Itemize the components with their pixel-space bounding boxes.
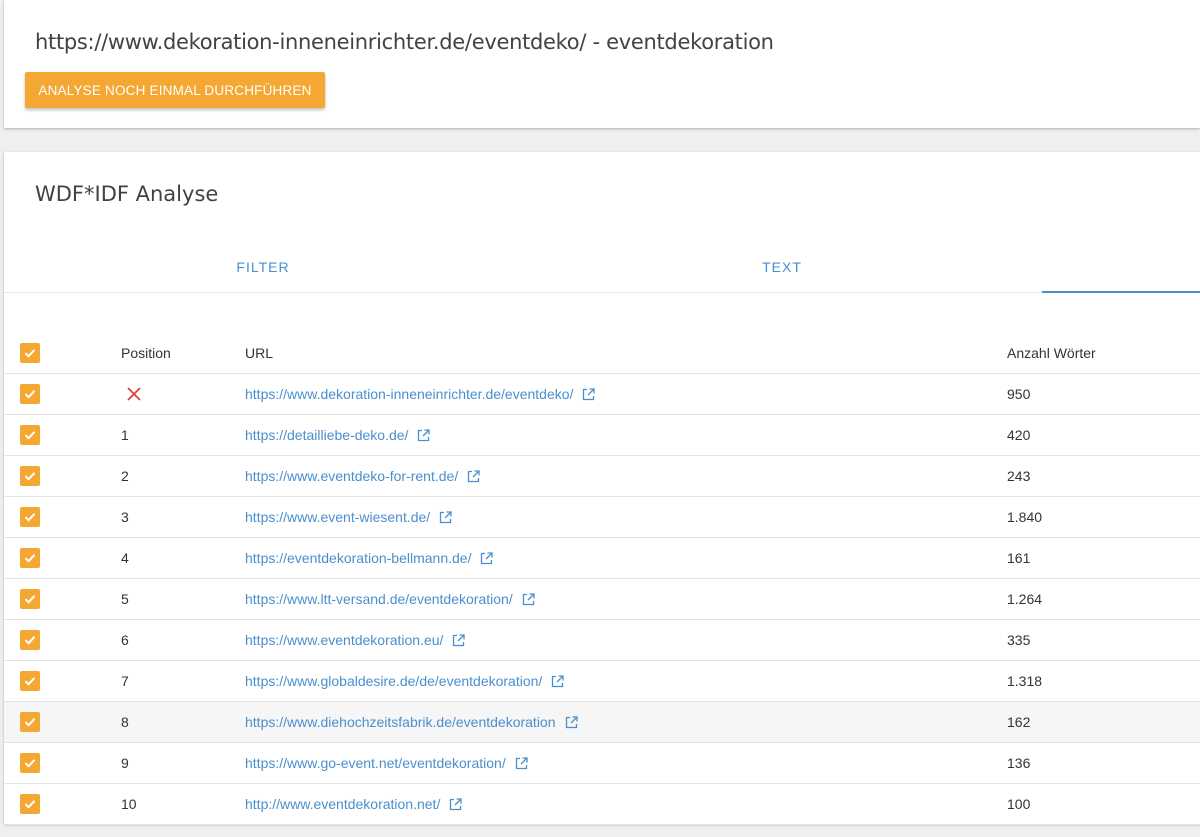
row-checkbox[interactable] — [20, 712, 40, 732]
word-count: 162 — [1007, 714, 1031, 730]
result-url-link[interactable]: https://www.event-wiesent.de/ — [245, 509, 430, 525]
table-row: 5 https://www.ltt-versand.de/eventdekorat… — [4, 579, 1200, 620]
column-header-word-count: Anzahl Wörter — [1007, 345, 1096, 361]
check-icon — [24, 554, 36, 563]
active-tab-indicator — [1042, 291, 1200, 293]
external-link-icon[interactable] — [551, 674, 564, 688]
page-title: https://www.dekoration-inneneinrichter.d… — [35, 30, 774, 54]
row-checkbox[interactable] — [20, 507, 40, 527]
table-row: 10 http://www.eventdekoration.net/100 — [4, 784, 1200, 825]
row-checkbox[interactable] — [20, 466, 40, 486]
check-icon — [24, 431, 36, 440]
row-checkbox[interactable] — [20, 753, 40, 773]
position-value: 9 — [121, 755, 129, 771]
check-icon — [24, 390, 36, 399]
check-icon — [24, 759, 36, 768]
external-link-icon[interactable] — [439, 510, 452, 524]
external-link-icon[interactable] — [452, 633, 466, 647]
external-link-icon[interactable] — [565, 715, 578, 729]
row-checkbox[interactable] — [20, 794, 40, 814]
word-count: 161 — [1007, 550, 1031, 566]
check-icon — [24, 349, 36, 358]
check-icon — [24, 800, 36, 809]
external-link-icon[interactable] — [449, 797, 462, 811]
result-url-link[interactable]: https://www.go-event.net/eventdekoration… — [245, 755, 506, 771]
external-link-icon[interactable] — [417, 428, 431, 442]
external-link-icon[interactable] — [582, 387, 596, 401]
row-checkbox[interactable] — [20, 548, 40, 568]
position-value: 8 — [121, 714, 129, 730]
result-url-link[interactable]: http://www.eventdekoration.net/ — [245, 796, 440, 812]
position-value: 5 — [121, 591, 129, 607]
row-checkbox[interactable] — [20, 589, 40, 609]
external-link-icon[interactable] — [480, 551, 494, 565]
position-value: 1 — [121, 427, 129, 443]
table-row: 4 https://eventdekoration-bellmann.de/161 — [4, 538, 1200, 579]
column-header-url: URL — [245, 345, 274, 361]
tab-filter[interactable]: FILTER — [4, 242, 522, 292]
result-url-link[interactable]: https://www.dekoration-inneneinrichter.d… — [245, 386, 573, 402]
external-link-icon[interactable] — [522, 592, 535, 606]
word-count: 136 — [1007, 755, 1031, 771]
check-icon — [24, 636, 36, 645]
check-icon — [24, 513, 36, 522]
row-checkbox[interactable] — [20, 630, 40, 650]
table-row: 6 https://www.eventdekoration.eu/335 — [4, 620, 1200, 661]
check-icon — [24, 595, 36, 604]
result-url-link[interactable]: https://www.eventdekoration.eu/ — [245, 632, 443, 648]
result-url-link[interactable]: https://www.globaldesire.de/de/eventdeko… — [245, 673, 542, 689]
position-value: 7 — [121, 673, 129, 689]
table-row: 1 https://detailliebe-deko.de/420 — [4, 415, 1200, 456]
position-value: 4 — [121, 550, 129, 566]
table-row: 2 https://www.eventdeko-for-rent.de/243 — [4, 456, 1200, 497]
row-checkbox[interactable] — [20, 384, 40, 404]
word-count: 243 — [1007, 468, 1031, 484]
word-count: 1.840 — [1007, 509, 1043, 525]
table-header-row: Position URL Anzahl Wörter — [4, 333, 1200, 374]
result-url-link[interactable]: https://www.diehochzeitsfabrik.de/eventd… — [245, 714, 556, 730]
word-count: 1.264 — [1007, 591, 1043, 607]
column-header-position: Position — [121, 345, 171, 361]
result-url-link[interactable]: https://detailliebe-deko.de/ — [245, 427, 408, 443]
external-link-icon[interactable] — [467, 469, 480, 483]
position-value: 10 — [121, 796, 137, 812]
result-url-link[interactable]: https://eventdekoration-bellmann.de/ — [245, 550, 471, 566]
select-all-checkbox[interactable] — [20, 343, 40, 363]
tab-active[interactable] — [1042, 242, 1200, 292]
analysis-header-card: https://www.dekoration-inneneinrichter.d… — [4, 0, 1200, 128]
word-count: 1.318 — [1007, 673, 1043, 689]
close-icon — [126, 386, 142, 402]
position-value: 2 — [121, 468, 129, 484]
section-title: WDF*IDF Analyse — [35, 182, 219, 206]
row-checkbox[interactable] — [20, 425, 40, 445]
check-icon — [24, 472, 36, 481]
competitor-table: Position URL Anzahl Wörter https://www.d… — [4, 333, 1200, 825]
position-value: 6 — [121, 632, 129, 648]
wdf-idf-card: WDF*IDF Analyse FILTER TEXT Position URL… — [4, 152, 1200, 825]
word-count: 420 — [1007, 427, 1031, 443]
check-icon — [24, 718, 36, 727]
external-link-icon[interactable] — [515, 756, 528, 770]
table-row: 8 https://www.diehochzeitsfabrik.de/event… — [4, 702, 1200, 743]
result-url-link[interactable]: https://www.ltt-versand.de/eventdekorati… — [245, 591, 513, 607]
position-value: 3 — [121, 509, 129, 525]
rerun-analysis-button[interactable]: ANALYSE NOCH EINMAL DURCHFÜHREN — [25, 72, 325, 108]
tab-bar: FILTER TEXT — [4, 242, 1200, 293]
table-row: 7 https://www.globaldesire.de/de/eventdek… — [4, 661, 1200, 702]
table-row: 3 https://www.event-wiesent.de/1.840 — [4, 497, 1200, 538]
word-count: 950 — [1007, 386, 1031, 402]
word-count: 100 — [1007, 796, 1031, 812]
result-url-link[interactable]: https://www.eventdeko-for-rent.de/ — [245, 468, 458, 484]
table-row: 9 https://www.go-event.net/eventdekoratio… — [4, 743, 1200, 784]
check-icon — [24, 677, 36, 686]
table-row: https://www.dekoration-inneneinrichter.d… — [4, 374, 1200, 415]
tab-text[interactable]: TEXT — [523, 242, 1041, 292]
row-checkbox[interactable] — [20, 671, 40, 691]
word-count: 335 — [1007, 632, 1031, 648]
